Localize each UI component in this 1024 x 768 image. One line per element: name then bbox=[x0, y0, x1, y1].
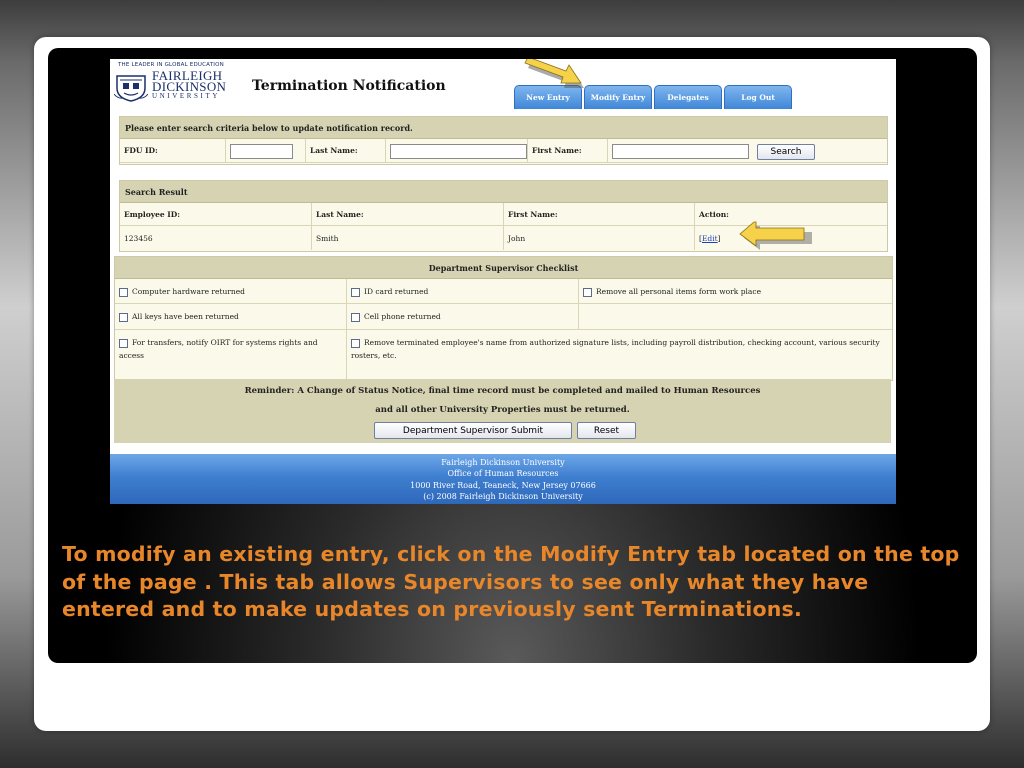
checklist-item[interactable]: For transfers, notify OIRT for systems r… bbox=[115, 330, 347, 379]
employee-id-cell: 123456 bbox=[120, 226, 312, 250]
checklist-item[interactable]: All keys have been returned bbox=[115, 304, 347, 330]
pointer-arrow-icon bbox=[739, 221, 812, 250]
page-footer: Fairleigh Dickinson University Office of… bbox=[110, 454, 896, 504]
checkbox[interactable] bbox=[119, 287, 128, 297]
footer-line: Fairleigh Dickinson University bbox=[441, 458, 565, 467]
last-name-cell: Smith bbox=[312, 226, 504, 250]
search-button[interactable]: Search bbox=[757, 144, 815, 160]
search-panel: Please enter search criteria below to up… bbox=[119, 116, 888, 165]
column-header: Last Name: bbox=[312, 203, 504, 226]
footer-line: (c) 2008 Fairleigh Dickinson University bbox=[423, 491, 583, 501]
checklist-item[interactable]: Remove all personal items form work plac… bbox=[579, 279, 892, 304]
page-title: Termination Notification bbox=[252, 78, 446, 94]
column-header: Employee ID: bbox=[120, 203, 312, 226]
search-panel-heading: Please enter search criteria below to up… bbox=[120, 117, 887, 139]
reminder-line1: Reminder: A Change of Status Notice, fin… bbox=[244, 386, 761, 396]
checkbox[interactable] bbox=[351, 338, 360, 348]
fdu-id-label: FDU ID: bbox=[120, 139, 226, 163]
logo-name-line2: DICKINSON bbox=[152, 79, 227, 94]
reminder-section: Reminder: A Change of Status Notice, fin… bbox=[114, 379, 891, 443]
checklist-item[interactable]: Remove terminated employee's name from a… bbox=[347, 330, 892, 379]
checkbox[interactable] bbox=[119, 338, 128, 348]
column-header: First Name: bbox=[504, 203, 695, 226]
checkbox[interactable] bbox=[583, 287, 592, 297]
checkbox[interactable] bbox=[351, 312, 360, 322]
pointer-arrow-icon bbox=[524, 59, 584, 88]
last-name-input[interactable] bbox=[390, 144, 527, 159]
reminder-line2: and all other University Properties must… bbox=[375, 405, 630, 415]
supervisor-submit-button[interactable]: Department Supervisor Submit bbox=[374, 422, 572, 439]
checklist-empty-cell bbox=[579, 304, 892, 330]
first-name-label: First Name: bbox=[528, 139, 608, 163]
fdu-id-input[interactable] bbox=[230, 144, 293, 159]
logo-name-line3: UNIVERSITY bbox=[152, 92, 220, 100]
checklist-item[interactable]: Cell phone returned bbox=[347, 304, 579, 330]
first-name-cell: John bbox=[504, 226, 695, 250]
university-crest-icon bbox=[114, 75, 148, 102]
edit-bracket-close: ] bbox=[717, 233, 721, 243]
tab-modify-entry[interactable]: Modify Entry bbox=[584, 85, 652, 109]
search-result-heading: Search Result bbox=[120, 181, 887, 203]
checklist-item[interactable]: ID card returned bbox=[347, 279, 579, 304]
footer-line: Office of Human Resources bbox=[447, 469, 559, 479]
footer-line: 1000 River Road, Teaneck, New Jersey 076… bbox=[410, 480, 596, 490]
last-name-label: Last Name: bbox=[306, 139, 386, 163]
checklist-heading: Department Supervisor Checklist bbox=[115, 257, 892, 279]
tab-log-out[interactable]: Log Out bbox=[724, 85, 792, 109]
app-screenshot: THE LEADER IN GLOBAL EDUCATION FAIRLEIGH… bbox=[110, 59, 896, 504]
checklist-panel: Department Supervisor Checklist Computer… bbox=[114, 256, 893, 381]
checkbox[interactable] bbox=[351, 287, 360, 297]
first-name-input[interactable] bbox=[612, 144, 749, 159]
edit-link[interactable]: Edit bbox=[702, 234, 718, 243]
tab-delegates[interactable]: Delegates bbox=[654, 85, 722, 109]
checkbox[interactable] bbox=[119, 312, 128, 322]
slide-caption: To modify an existing entry, click on th… bbox=[62, 542, 960, 621]
reset-button[interactable]: Reset bbox=[577, 422, 636, 439]
checklist-item[interactable]: Computer hardware returned bbox=[115, 279, 347, 304]
